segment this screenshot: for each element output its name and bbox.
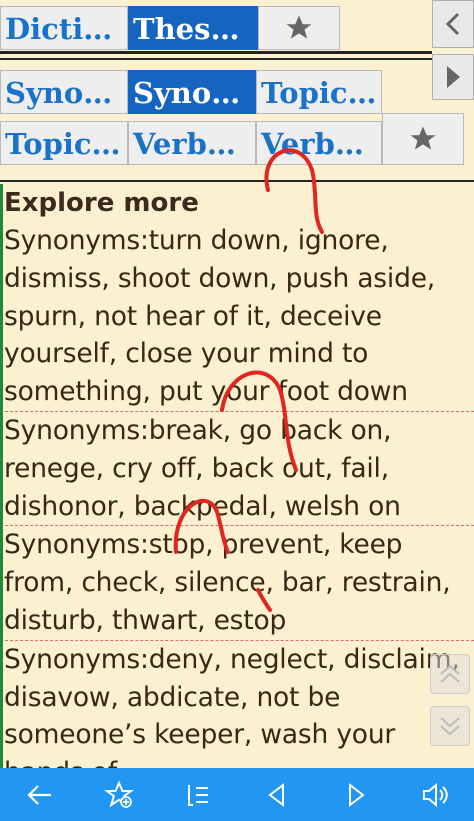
add-favorite-button[interactable] [94,770,144,820]
tab-verbs-2[interactable]: Verb… [256,121,382,165]
synonyms-content[interactable]: Explore more Synonyms:turn down, ignore,… [0,184,474,768]
prev-triangle-icon [267,782,284,807]
synonym-entry[interactable]: Synonyms:stop, prevent, keep from, check… [0,526,474,641]
back-arrow-icon [26,784,51,805]
section-heading: Explore more [4,188,199,218]
double-chevron-down-icon [440,717,460,736]
tab-dictionary[interactable]: Dicti… [0,6,128,50]
tab-topics-2[interactable]: Topic… [0,121,128,165]
next-button[interactable] [331,770,381,820]
tab-synonyms-active[interactable]: Syno… [128,70,256,114]
play-right-icon [447,66,460,88]
previous-button[interactable] [252,770,302,820]
back-button[interactable] [15,770,65,820]
tab-topics[interactable]: Topic… [256,70,382,114]
star-icon [410,126,436,150]
tab-thesaurus[interactable]: Thes… [128,6,258,50]
synonym-entry[interactable]: Synonyms:break, go back on, renege, cry … [0,412,474,527]
list-icon [187,784,208,806]
star-icon [286,15,312,39]
scroll-down-button[interactable] [430,706,470,746]
bottom-toolbar [0,768,474,821]
list-button[interactable] [173,770,223,820]
tab-verbs[interactable]: Verb… [128,121,256,165]
scroll-left-button[interactable] [432,0,474,48]
scroll-up-button[interactable] [430,654,470,694]
tab-row-dictionary: Dicti… Thes… [0,6,340,50]
row-divider [0,51,432,54]
next-triangle-icon [348,782,365,807]
tab-synonyms[interactable]: Syno… [0,70,128,114]
double-chevron-up-icon [440,664,460,683]
tab-favorites-star[interactable] [258,6,340,50]
star-add-icon [103,780,134,808]
chevron-left-icon [445,12,460,36]
speaker-icon [422,782,448,807]
tab-row-topics: Topic… Verb… Verb… [0,113,464,165]
tab-row-synonyms: Syno… Syno… Topic… [0,70,382,114]
row-divider [0,58,432,60]
synonym-entry[interactable]: Synonyms:deny, neglect, disclaim, disavo… [0,641,474,768]
synonym-entry[interactable]: Synonyms:turn down, ignore, dismiss, sho… [0,222,474,412]
left-accent-bar [0,184,3,768]
scroll-right-button[interactable] [432,54,474,100]
row-divider [0,180,474,182]
speak-button[interactable] [410,770,460,820]
tab-favorites-star-2[interactable] [382,113,464,165]
